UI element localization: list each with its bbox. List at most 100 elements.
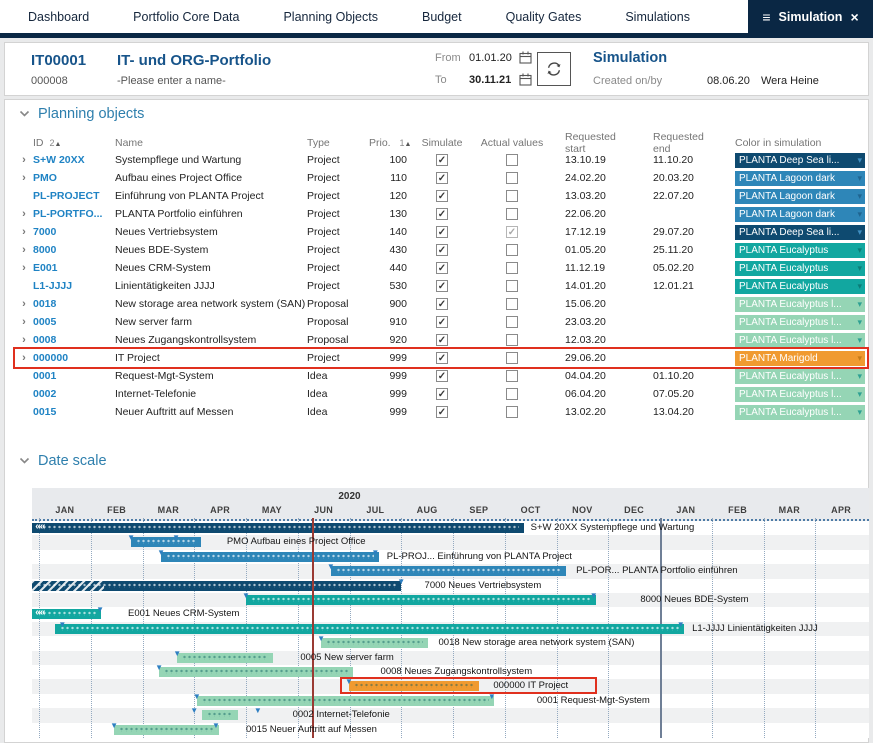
gantt-bar[interactable] xyxy=(202,710,238,720)
from-date-field[interactable]: 01.01.20 xyxy=(469,52,512,64)
simulate-checkbox[interactable]: ✓ xyxy=(436,370,448,382)
milestone-triangle-icon[interactable]: ▼ xyxy=(193,693,201,701)
nav-item-quality-gates[interactable]: Quality Gates xyxy=(506,10,582,24)
expand-icon[interactable]: › xyxy=(15,316,33,328)
milestone-triangle-icon[interactable]: ▼ xyxy=(254,707,262,715)
color-dropdown[interactable]: PLANTA Deep Sea li...▾ xyxy=(735,153,865,168)
milestone-triangle-icon[interactable]: ▼ xyxy=(173,650,181,658)
close-icon[interactable]: × xyxy=(850,9,858,25)
expand-icon[interactable]: › xyxy=(15,154,33,166)
actual-values-checkbox[interactable] xyxy=(506,388,518,400)
row-id-link[interactable]: PL-PROJECT xyxy=(33,190,115,202)
nav-item-portfolio-core-data[interactable]: Portfolio Core Data xyxy=(133,10,239,24)
col-id[interactable]: ID2▲ xyxy=(33,137,115,149)
milestone-triangle-icon[interactable]: ▼ xyxy=(110,722,118,730)
chevron-down-icon[interactable]: ▾ xyxy=(857,245,862,256)
milestone-triangle-icon[interactable]: ▼ xyxy=(212,722,220,730)
milestone-triangle-icon[interactable]: ▼ xyxy=(397,578,405,586)
gantt-bar[interactable] xyxy=(331,566,566,576)
tab-simulation-active[interactable]: ≡ Simulation × xyxy=(748,0,873,33)
milestone-triangle-icon[interactable]: ▼ xyxy=(172,534,180,542)
gantt-bar[interactable] xyxy=(32,581,401,591)
col-actual-values[interactable]: Actual values xyxy=(475,137,549,149)
chevron-down-icon[interactable]: ▾ xyxy=(857,227,862,238)
chevron-down-icon[interactable]: ▾ xyxy=(857,407,862,418)
date-scale-section-header[interactable]: Date scale xyxy=(19,453,107,469)
milestone-triangle-icon[interactable]: ▼ xyxy=(58,621,66,629)
col-name[interactable]: Name xyxy=(115,137,307,149)
simulate-checkbox[interactable]: ✓ xyxy=(436,316,448,328)
actual-values-checkbox[interactable] xyxy=(506,172,518,184)
actual-values-checkbox[interactable] xyxy=(506,244,518,256)
milestone-triangle-icon[interactable]: ▼ xyxy=(155,664,163,672)
simulate-checkbox[interactable]: ✓ xyxy=(436,244,448,256)
color-dropdown[interactable]: PLANTA Eucalyptus l...▾ xyxy=(735,297,865,312)
gantt-bar[interactable] xyxy=(321,638,428,648)
simulate-checkbox[interactable]: ✓ xyxy=(436,172,448,184)
actual-values-checkbox[interactable]: ✓ xyxy=(506,226,518,238)
col-simulate[interactable]: Simulate xyxy=(409,137,475,149)
to-date-field[interactable]: 30.11.21 xyxy=(469,74,511,86)
row-id-link[interactable]: 8000 xyxy=(33,244,115,256)
simulate-checkbox[interactable]: ✓ xyxy=(436,154,448,166)
expand-icon[interactable]: › xyxy=(15,352,33,364)
simulate-checkbox[interactable]: ✓ xyxy=(436,190,448,202)
color-dropdown[interactable]: PLANTA Lagoon dark▾ xyxy=(735,171,865,186)
expand-icon[interactable]: › xyxy=(15,226,33,238)
chevron-down-icon[interactable]: ▾ xyxy=(857,389,862,400)
milestone-triangle-icon[interactable]: ▼ xyxy=(327,563,335,571)
chevron-down-icon[interactable]: ▾ xyxy=(857,263,862,274)
color-dropdown[interactable]: PLANTA Eucalyptus l...▾ xyxy=(735,369,865,384)
expand-icon[interactable]: › xyxy=(15,172,33,184)
chevron-down-icon[interactable]: ▾ xyxy=(857,371,862,382)
chevron-down-icon[interactable] xyxy=(19,110,30,118)
simulate-checkbox[interactable]: ✓ xyxy=(436,208,448,220)
expand-icon[interactable]: › xyxy=(15,208,33,220)
row-id-link[interactable]: 0002 xyxy=(33,388,115,400)
simulate-checkbox[interactable]: ✓ xyxy=(436,388,448,400)
chevron-down-icon[interactable]: ▾ xyxy=(857,299,862,310)
simulate-checkbox[interactable]: ✓ xyxy=(436,262,448,274)
actual-values-checkbox[interactable] xyxy=(506,298,518,310)
chevron-down-icon[interactable]: ▾ xyxy=(857,335,862,346)
row-id-link[interactable]: L1-JJJJ xyxy=(33,280,115,292)
calendar-icon[interactable] xyxy=(519,73,532,86)
color-dropdown[interactable]: PLANTA Eucalyptus▾ xyxy=(735,261,865,276)
chevron-down-icon[interactable]: ▾ xyxy=(857,173,862,184)
row-id-link[interactable]: 000000 xyxy=(33,352,115,364)
simulate-checkbox[interactable]: ✓ xyxy=(436,280,448,292)
row-id-link[interactable]: E001 xyxy=(33,262,115,274)
calendar-icon[interactable] xyxy=(519,51,532,64)
chevron-down-icon[interactable]: ▾ xyxy=(857,317,862,328)
gantt-bar[interactable] xyxy=(159,667,353,677)
actual-values-checkbox[interactable] xyxy=(506,208,518,220)
chevron-down-icon[interactable]: ▾ xyxy=(857,281,862,292)
gantt-bar[interactable] xyxy=(114,725,219,735)
simulate-checkbox[interactable]: ✓ xyxy=(436,352,448,364)
actual-values-checkbox[interactable] xyxy=(506,316,518,328)
id-sort-indicator[interactable]: 2▲ xyxy=(50,138,62,148)
expand-icon[interactable]: › xyxy=(15,244,33,256)
color-dropdown[interactable]: PLANTA Lagoon dark▾ xyxy=(735,207,865,222)
hamburger-icon[interactable]: ≡ xyxy=(762,9,770,25)
nav-item-budget[interactable]: Budget xyxy=(422,10,462,24)
color-dropdown[interactable]: PLANTA Eucalyptus l...▾ xyxy=(735,387,865,402)
planning-objects-section-header[interactable]: Planning objects xyxy=(19,106,144,122)
color-dropdown[interactable]: PLANTA Eucalyptus l...▾ xyxy=(735,315,865,330)
row-id-link[interactable]: 0015 xyxy=(33,406,115,418)
gantt-bar[interactable] xyxy=(131,537,201,547)
milestone-triangle-icon[interactable]: ▼ xyxy=(127,534,135,542)
actual-values-checkbox[interactable] xyxy=(506,280,518,292)
row-id-link[interactable]: S+W 20XX xyxy=(33,154,115,166)
portfolio-name-placeholder[interactable]: -Please enter a name- xyxy=(117,75,226,87)
chevron-down-icon[interactable]: ▾ xyxy=(857,353,862,364)
row-id-link[interactable]: PL-PORTFO... xyxy=(33,208,115,220)
nav-item-planning-objects[interactable]: Planning Objects xyxy=(283,10,378,24)
gantt-bar[interactable]: «« xyxy=(32,523,524,533)
refresh-button[interactable] xyxy=(537,52,571,86)
col-color-in-simulation[interactable]: Color in simulation xyxy=(735,137,865,149)
actual-values-checkbox[interactable] xyxy=(506,334,518,346)
nav-item-simulations[interactable]: Simulations xyxy=(625,10,690,24)
gantt-bar[interactable] xyxy=(246,595,596,605)
color-dropdown[interactable]: PLANTA Marigold▾ xyxy=(735,351,865,366)
